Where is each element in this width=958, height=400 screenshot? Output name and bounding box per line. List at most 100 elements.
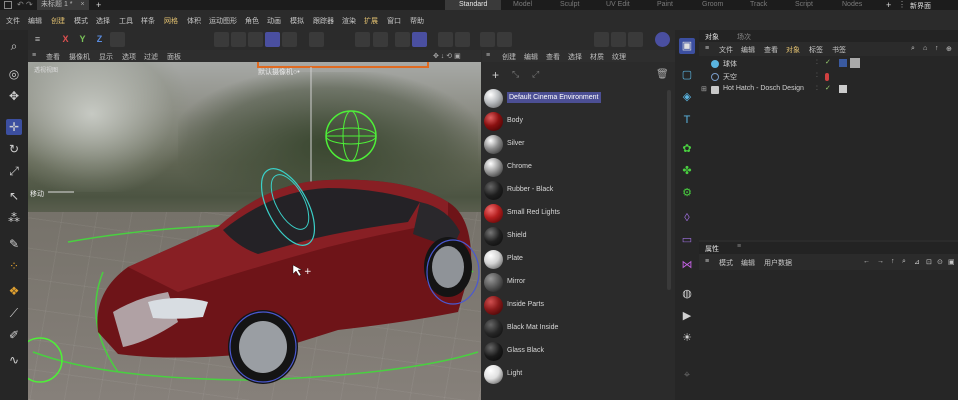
visibility-dots[interactable]: ⁚ <box>816 85 818 92</box>
spline-wrap-icon[interactable]: ⋈ <box>679 257 695 273</box>
solo-icon[interactable] <box>438 32 453 47</box>
visibility-dots[interactable]: ⁚ <box>816 72 818 79</box>
coordinate-system-icon[interactable] <box>110 32 125 47</box>
redo-icon[interactable]: ↷ <box>26 0 33 9</box>
viewport-nav-icons[interactable]: ✥ ↓ ⟲ ▣ <box>433 52 461 60</box>
deformer-bend-icon[interactable]: ◊ <box>679 210 695 226</box>
menu-item-extensions[interactable]: 扩展 <box>364 16 378 26</box>
menu-item-help[interactable]: 帮助 <box>410 16 424 26</box>
rotate-tool-icon[interactable]: ↻ <box>6 141 22 157</box>
layers-icon[interactable]: ≡ <box>737 243 741 250</box>
attribute-menu-edit[interactable]: 编辑 <box>741 258 755 268</box>
workplane-icon[interactable] <box>412 32 427 47</box>
menu-item-spline[interactable]: 样条 <box>141 16 155 26</box>
render-region-icon[interactable] <box>594 32 609 47</box>
layout-tab-model[interactable]: Model <box>513 0 532 10</box>
object-menu-view[interactable]: 查看 <box>764 45 778 55</box>
viewport-menu-filter[interactable]: 过滤 <box>144 52 158 62</box>
plane-icon[interactable]: ▢ <box>679 67 695 83</box>
magnet-icon[interactable] <box>355 32 370 47</box>
material-item[interactable]: Default Cinema Environment <box>482 87 668 110</box>
toolbar-menu-icon[interactable]: ≡ <box>30 32 45 47</box>
model-mode-icon[interactable] <box>214 32 229 47</box>
menu-item-mograph[interactable]: 运动图形 <box>209 16 237 26</box>
menu-item-edit[interactable]: 编辑 <box>28 16 42 26</box>
menu-item-tools[interactable]: 工具 <box>119 16 133 26</box>
material-item[interactable]: Plate <box>482 248 668 271</box>
search-icon[interactable]: ⌕ <box>902 258 906 266</box>
delete-material-icon[interactable]: 🗑 <box>656 69 669 80</box>
render-settings-icon[interactable] <box>628 32 643 47</box>
layout-menu-icon[interactable]: ⋮ <box>898 0 906 9</box>
material-menu-icon[interactable]: ≡ <box>486 52 490 59</box>
tag-display-icon[interactable] <box>839 85 847 93</box>
material-item[interactable]: Mirror <box>482 271 668 294</box>
layout-tab-script[interactable]: Script <box>795 0 813 10</box>
viewport-menu-display[interactable]: 显示 <box>99 52 113 62</box>
bookmark-icon[interactable]: ⊿ <box>914 258 920 266</box>
material-item[interactable]: Small Red Lights <box>482 202 668 225</box>
material-item[interactable]: Body <box>482 110 668 133</box>
material-item[interactable]: Rubber - Black <box>482 179 668 202</box>
object-menu-file[interactable]: 文件 <box>719 45 733 55</box>
home-icon[interactable]: ⌂ <box>923 45 927 52</box>
layout-tab-sculpt[interactable]: Sculpt <box>560 0 579 10</box>
deformer-icon[interactable]: ∿ <box>6 352 22 368</box>
material-item[interactable]: Shield <box>482 225 668 248</box>
knife-icon[interactable]: ⁂ <box>6 210 22 226</box>
object-menu-edit[interactable]: 编辑 <box>741 45 755 55</box>
object-menu-tags[interactable]: 标签 <box>809 45 823 55</box>
doc-icon[interactable] <box>4 1 12 9</box>
material-item[interactable]: Chrome <box>482 156 668 179</box>
spline-pen-icon[interactable]: ✎ <box>6 236 22 252</box>
undo-icon[interactable]: ↶ <box>17 0 24 9</box>
material-item[interactable]: Black Mat Inside <box>482 317 668 340</box>
expand-icon[interactable]: ⊞ <box>701 85 707 93</box>
document-tab[interactable]: 未标题 1 * × <box>37 0 89 10</box>
new-layout-button[interactable]: 新界面 <box>910 1 931 11</box>
visibility-red-icon[interactable] <box>825 73 829 81</box>
move-tool-icon[interactable]: ✛ <box>6 119 22 135</box>
select-tool-icon[interactable]: ↖ <box>6 188 22 204</box>
menu-item-animate[interactable]: 动画 <box>267 16 281 26</box>
menu-item-mode[interactable]: 模式 <box>74 16 88 26</box>
material-menu-edit[interactable]: 编辑 <box>524 52 538 62</box>
grid-snap-icon[interactable] <box>395 32 410 47</box>
hotkey-icon[interactable] <box>480 32 495 47</box>
lock-icon[interactable] <box>497 32 512 47</box>
expand-panel-icon[interactable]: ▣ <box>948 258 955 266</box>
viewport-menu-view[interactable]: 查看 <box>46 52 60 62</box>
material-menu-texture[interactable]: 纹理 <box>612 52 626 62</box>
paint-icon[interactable]: ⁘ <box>6 258 22 274</box>
filter-icon[interactable]: ⊕ <box>946 45 952 53</box>
camera-icon[interactable]: ▶ <box>679 308 695 324</box>
object-mode-icon[interactable] <box>265 32 280 47</box>
add-layout-icon[interactable]: + <box>886 0 891 10</box>
cloner-icon[interactable]: ✿ <box>679 141 695 157</box>
menu-item-mesh[interactable]: 网格 <box>164 16 178 26</box>
new-window-icon[interactable]: ⊙ <box>937 258 943 266</box>
polygons-mode-icon[interactable] <box>282 32 297 47</box>
lock-icon[interactable]: ⊡ <box>926 258 932 266</box>
forward-icon[interactable]: → <box>877 258 884 265</box>
3d-viewport[interactable]: + 透视视图 默认摄像机○• 移动 <box>28 62 481 400</box>
search-icon[interactable]: ⌕ <box>911 45 915 53</box>
back-icon[interactable]: ← <box>863 258 870 265</box>
add-material-icon[interactable]: + <box>492 68 499 82</box>
material-menu-view[interactable]: 查看 <box>546 52 560 62</box>
object-row[interactable]: 球体 ⁚ ✓ <box>699 58 958 70</box>
mograph-icon[interactable]: ❖ <box>6 283 22 299</box>
axis-y-lock[interactable]: Y <box>75 32 90 47</box>
menu-item-character[interactable]: 角色 <box>245 16 259 26</box>
material-scrollbar[interactable] <box>667 90 671 290</box>
material-menu-material[interactable]: 材质 <box>590 52 604 62</box>
viewport-menu-panel[interactable]: 面板 <box>167 52 181 62</box>
add-tab-icon[interactable]: + <box>96 0 101 10</box>
menu-item-select[interactable]: 选择 <box>96 16 110 26</box>
tag-texture-icon[interactable] <box>850 58 860 68</box>
text-icon[interactable]: T <box>679 112 695 128</box>
camera-label[interactable]: 默认摄像机○• <box>258 67 300 77</box>
transform-icon[interactable]: ✥ <box>6 88 22 104</box>
attribute-menu-mode[interactable]: 模式 <box>719 258 733 268</box>
layout-tab-paint[interactable]: Paint <box>657 0 673 10</box>
